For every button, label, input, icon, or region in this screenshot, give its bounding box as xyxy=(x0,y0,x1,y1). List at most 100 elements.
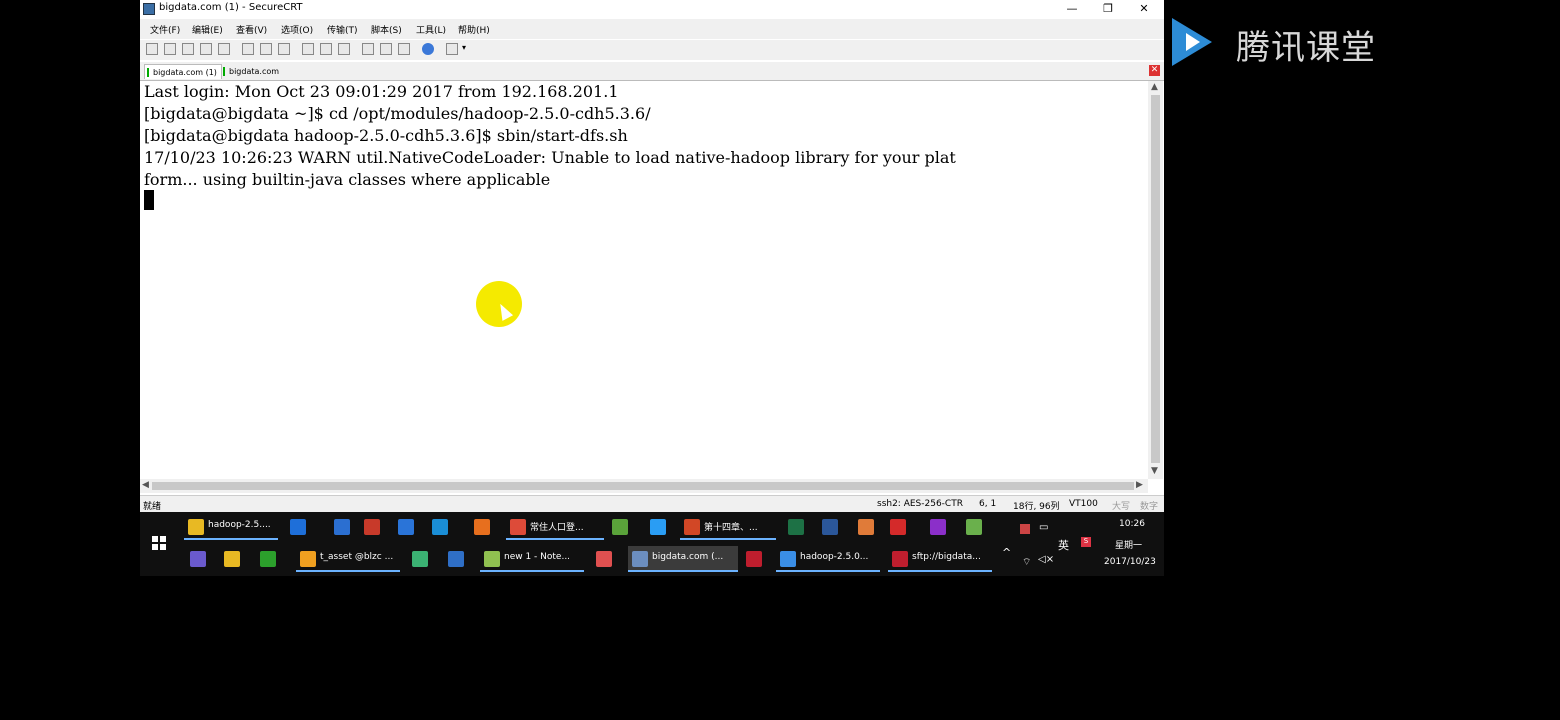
menu-options[interactable]: 选项(O) xyxy=(281,23,313,36)
status-bar: 就绪 ssh2: AES-256-CTR 6, 1 18行, 96列 VT100… xyxy=(140,495,1164,513)
terminal-line: form... using builtin-java classes where… xyxy=(144,170,551,189)
scroll-down-icon[interactable]: ▼ xyxy=(1151,466,1158,476)
clock-time[interactable]: 10:26 xyxy=(1119,519,1145,529)
tray-app-icon[interactable] xyxy=(1020,524,1030,534)
title-bar[interactable]: bigdata.com (1) - SecureCRT — ❐ ✕ xyxy=(140,0,1164,18)
row1-task-6[interactable] xyxy=(470,514,494,540)
securecrt-app-icon xyxy=(143,3,155,15)
horizontal-scroll-thumb[interactable] xyxy=(152,482,1134,490)
toolbar-menu-icon[interactable]: ▾ xyxy=(462,43,470,55)
row1-task-12[interactable] xyxy=(818,514,842,540)
row1-task-4[interactable] xyxy=(394,514,418,540)
session-options-icon[interactable] xyxy=(362,43,374,55)
menu-help[interactable]: 帮助(H) xyxy=(458,23,490,36)
row1-task-1[interactable] xyxy=(286,514,310,540)
row1-task-14[interactable] xyxy=(886,514,910,540)
paste-icon[interactable] xyxy=(260,43,272,55)
global-options-icon[interactable] xyxy=(380,43,392,55)
status-terminal-type: VT100 xyxy=(1069,499,1098,509)
app-icon xyxy=(746,551,762,567)
app-icon xyxy=(612,519,628,535)
row1-task-5[interactable] xyxy=(428,514,452,540)
row1-task-0[interactable]: hadoop-2.5.... xyxy=(184,514,278,540)
windows-start-icon[interactable] xyxy=(152,536,166,550)
network-icon[interactable]: ⌔ xyxy=(1022,556,1031,569)
menu-view[interactable]: 查看(V) xyxy=(236,23,267,36)
row2-task-0[interactable] xyxy=(186,546,210,572)
tab-bigdata[interactable]: bigdata.com xyxy=(221,64,283,79)
securecrt-window: bigdata.com (1) - SecureCRT — ❐ ✕ 文件(F) … xyxy=(140,0,1164,513)
print-icon[interactable] xyxy=(302,43,314,55)
row2-task-8[interactable]: bigdata.com (... xyxy=(628,546,738,572)
task-label: hadoop-2.5.... xyxy=(208,520,271,530)
sftp-icon[interactable] xyxy=(446,43,458,55)
copy-icon[interactable] xyxy=(242,43,254,55)
row2-task-7[interactable] xyxy=(592,546,616,572)
close-button[interactable]: ✕ xyxy=(1126,0,1162,18)
menu-transfer[interactable]: 传输(T) xyxy=(327,23,358,36)
keymap-icon[interactable] xyxy=(398,43,410,55)
row1-task-7[interactable]: 常住人口登... xyxy=(506,514,604,540)
tray-expand-icon[interactable]: ^ xyxy=(1002,546,1011,559)
sogou-ime-icon[interactable]: S xyxy=(1081,537,1091,547)
row1-task-9[interactable] xyxy=(646,514,670,540)
volume-muted-icon[interactable]: ◁× xyxy=(1038,554,1054,565)
row2-task-1[interactable] xyxy=(220,546,244,572)
minimize-button[interactable]: — xyxy=(1054,0,1090,18)
disconnect-icon[interactable] xyxy=(218,43,230,55)
app-icon xyxy=(474,519,490,535)
tab-bigdata-1[interactable]: bigdata.com (1) xyxy=(144,64,222,79)
row2-task-11[interactable]: sftp://bigdata... xyxy=(888,546,992,572)
reconnect-icon[interactable] xyxy=(200,43,212,55)
row1-task-8[interactable] xyxy=(608,514,632,540)
print-setup-icon[interactable] xyxy=(320,43,332,55)
tab-label: bigdata.com (1) xyxy=(153,68,217,77)
horizontal-scrollbar[interactable]: ◀ ▶ xyxy=(140,479,1148,493)
clock-weekday[interactable]: 星期一 xyxy=(1115,538,1142,551)
row1-task-3[interactable] xyxy=(360,514,384,540)
row2-task-2[interactable] xyxy=(256,546,280,572)
vertical-scrollbar[interactable]: ▲ ▼ xyxy=(1148,81,1163,479)
menu-edit[interactable]: 编辑(E) xyxy=(192,23,223,36)
scroll-right-icon[interactable]: ▶ xyxy=(1136,480,1143,490)
status-terminal-size: 18行, 96列 xyxy=(1013,502,1060,512)
row2-task-10[interactable]: hadoop-2.5.0... xyxy=(776,546,880,572)
maximize-button[interactable]: ❐ xyxy=(1090,0,1126,18)
connect-tab-icon[interactable] xyxy=(182,43,194,55)
app-icon xyxy=(930,519,946,535)
terminal-line: Last login: Mon Oct 23 09:01:29 2017 fro… xyxy=(144,82,619,101)
row2-task-9[interactable] xyxy=(742,546,766,572)
row2-task-5[interactable] xyxy=(444,546,468,572)
scroll-up-icon[interactable]: ▲ xyxy=(1151,82,1158,92)
app-icon xyxy=(300,551,316,567)
menu-file[interactable]: 文件(F) xyxy=(150,23,180,36)
print-screen-icon[interactable] xyxy=(338,43,350,55)
ime-indicator[interactable]: 英 xyxy=(1058,537,1069,553)
app-icon xyxy=(596,551,612,567)
status-ready: 就绪 xyxy=(143,502,162,512)
row1-task-16[interactable] xyxy=(962,514,986,540)
quick-connect-icon[interactable] xyxy=(164,43,176,55)
row2-task-3[interactable]: t_asset @blzc ... xyxy=(296,546,400,572)
session-tab-bar: bigdata.com (1) bigdata.com ✕ xyxy=(140,62,1164,81)
task-label: hadoop-2.5.0... xyxy=(800,552,869,562)
menu-tools[interactable]: 工具(L) xyxy=(416,23,446,36)
task-label: bigdata.com (... xyxy=(652,552,724,562)
menu-script[interactable]: 脚本(S) xyxy=(371,23,402,36)
row2-task-6[interactable]: new 1 - Note... xyxy=(480,546,584,572)
battery-icon[interactable]: ▭ xyxy=(1039,522,1048,533)
connect-icon[interactable] xyxy=(146,43,158,55)
help-icon[interactable] xyxy=(422,43,434,55)
row1-task-10[interactable]: 第十四章、... xyxy=(680,514,776,540)
terminal-view[interactable]: Last login: Mon Oct 23 09:01:29 2017 fro… xyxy=(140,81,1148,479)
vertical-scroll-thumb[interactable] xyxy=(1151,95,1160,463)
row2-task-4[interactable] xyxy=(408,546,432,572)
close-tab-icon[interactable]: ✕ xyxy=(1149,65,1160,76)
clock-date[interactable]: 2017/10/23 xyxy=(1104,557,1156,567)
row1-task-11[interactable] xyxy=(784,514,808,540)
scroll-left-icon[interactable]: ◀ xyxy=(142,480,149,490)
find-icon[interactable] xyxy=(278,43,290,55)
row1-task-15[interactable] xyxy=(926,514,950,540)
row1-task-2[interactable] xyxy=(330,514,354,540)
row1-task-13[interactable] xyxy=(854,514,878,540)
